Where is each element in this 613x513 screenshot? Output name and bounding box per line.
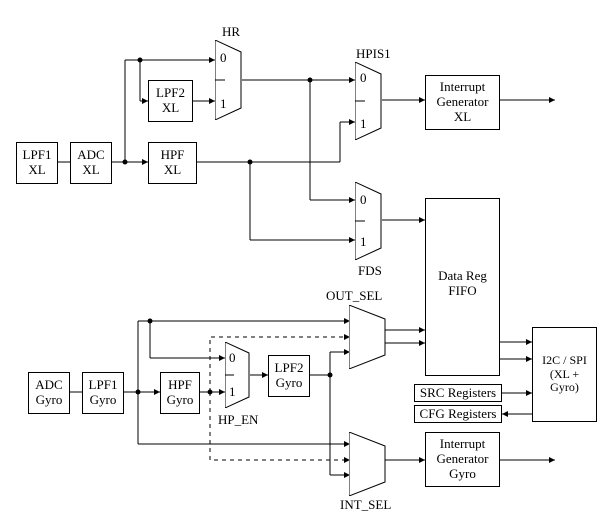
adc-xl-l1: ADC: [77, 148, 104, 163]
lpf2-xl-block: LPF2 XL: [148, 80, 193, 122]
hr-label: HR: [222, 24, 240, 40]
hpf-xl-l2: XL: [164, 163, 181, 178]
adc-xl-l2: XL: [82, 163, 99, 178]
adc-gy-l2: Gyro: [36, 393, 63, 408]
lpf1-gyro-block: LPF1 Gyro: [82, 372, 124, 414]
data-reg-l1: Data Reg: [438, 269, 487, 284]
lpf1-xl-l1: LPF1: [23, 148, 52, 163]
lpf2-gy-l2: Gyro: [276, 376, 303, 391]
hpen-1: 1: [229, 384, 236, 400]
interrupt-gen-gyro-block: Interrupt Generator Gyro: [425, 432, 500, 487]
hpf-gy-l1: HPF: [168, 378, 192, 393]
data-reg-fifo-block: Data Reg FIFO: [425, 198, 500, 376]
adc-gyro-block: ADC Gyro: [28, 372, 70, 414]
data-reg-l2: FIFO: [448, 284, 476, 299]
i2c-l1: I2C / SPI: [542, 354, 587, 368]
cfg-registers-block: CFG Registers: [414, 405, 502, 423]
fds-label: FDS: [358, 263, 382, 279]
hpf-gyro-block: HPF Gyro: [160, 372, 200, 414]
src-registers-block: SRC Registers: [414, 384, 502, 402]
hpis1-label: HPIS1: [356, 46, 391, 62]
cfg-reg-label: CFG Registers: [420, 407, 497, 422]
hpis1-0: 0: [360, 70, 367, 86]
intgen-gy-l1: Interrupt: [440, 437, 485, 452]
lpf1-xl-block: LPF1 XL: [16, 142, 58, 184]
lpf1-gy-l2: Gyro: [90, 393, 117, 408]
hpen-0: 0: [229, 350, 236, 366]
interrupt-gen-xl-block: Interrupt Generator XL: [425, 75, 500, 130]
hpf-xl-block: HPF XL: [148, 142, 197, 184]
int-sel-label: INT_SEL: [340, 497, 391, 513]
lpf2-gy-l1: LPF2: [275, 361, 304, 376]
fds-1: 1: [360, 234, 367, 250]
hr-0: 0: [220, 50, 227, 66]
adc-xl-block: ADC XL: [70, 142, 112, 184]
i2c-l2: (XL + Gyro): [535, 368, 594, 396]
intgen-gy-l2: Generator: [437, 452, 489, 467]
lpf1-xl-l2: XL: [28, 163, 45, 178]
lpf1-gy-l1: LPF1: [89, 378, 118, 393]
hpis1-1: 1: [360, 116, 367, 132]
hpf-xl-l1: HPF: [161, 148, 185, 163]
intgen-xl-l2: Generator: [437, 95, 489, 110]
lpf2-xl-l1: LPF2: [156, 86, 185, 101]
src-reg-label: SRC Registers: [420, 386, 496, 401]
intgen-gy-l3: Gyro: [449, 467, 476, 482]
i2c-spi-block: I2C / SPI (XL + Gyro): [532, 327, 597, 422]
int-sel-mux: [349, 432, 389, 496]
intgen-xl-l3: XL: [454, 110, 471, 125]
lpf2-gyro-block: LPF2 Gyro: [268, 355, 310, 397]
out-sel-label: OUT_SEL: [326, 288, 382, 304]
intgen-xl-l1: Interrupt: [440, 80, 485, 95]
fds-0: 0: [360, 192, 367, 208]
adc-gy-l1: ADC: [35, 378, 62, 393]
lpf2-xl-l2: XL: [162, 101, 179, 116]
out-sel-mux: [349, 305, 389, 369]
hpen-label: HP_EN: [218, 412, 258, 428]
hpf-gy-l2: Gyro: [167, 393, 194, 408]
hr-1: 1: [220, 96, 227, 112]
